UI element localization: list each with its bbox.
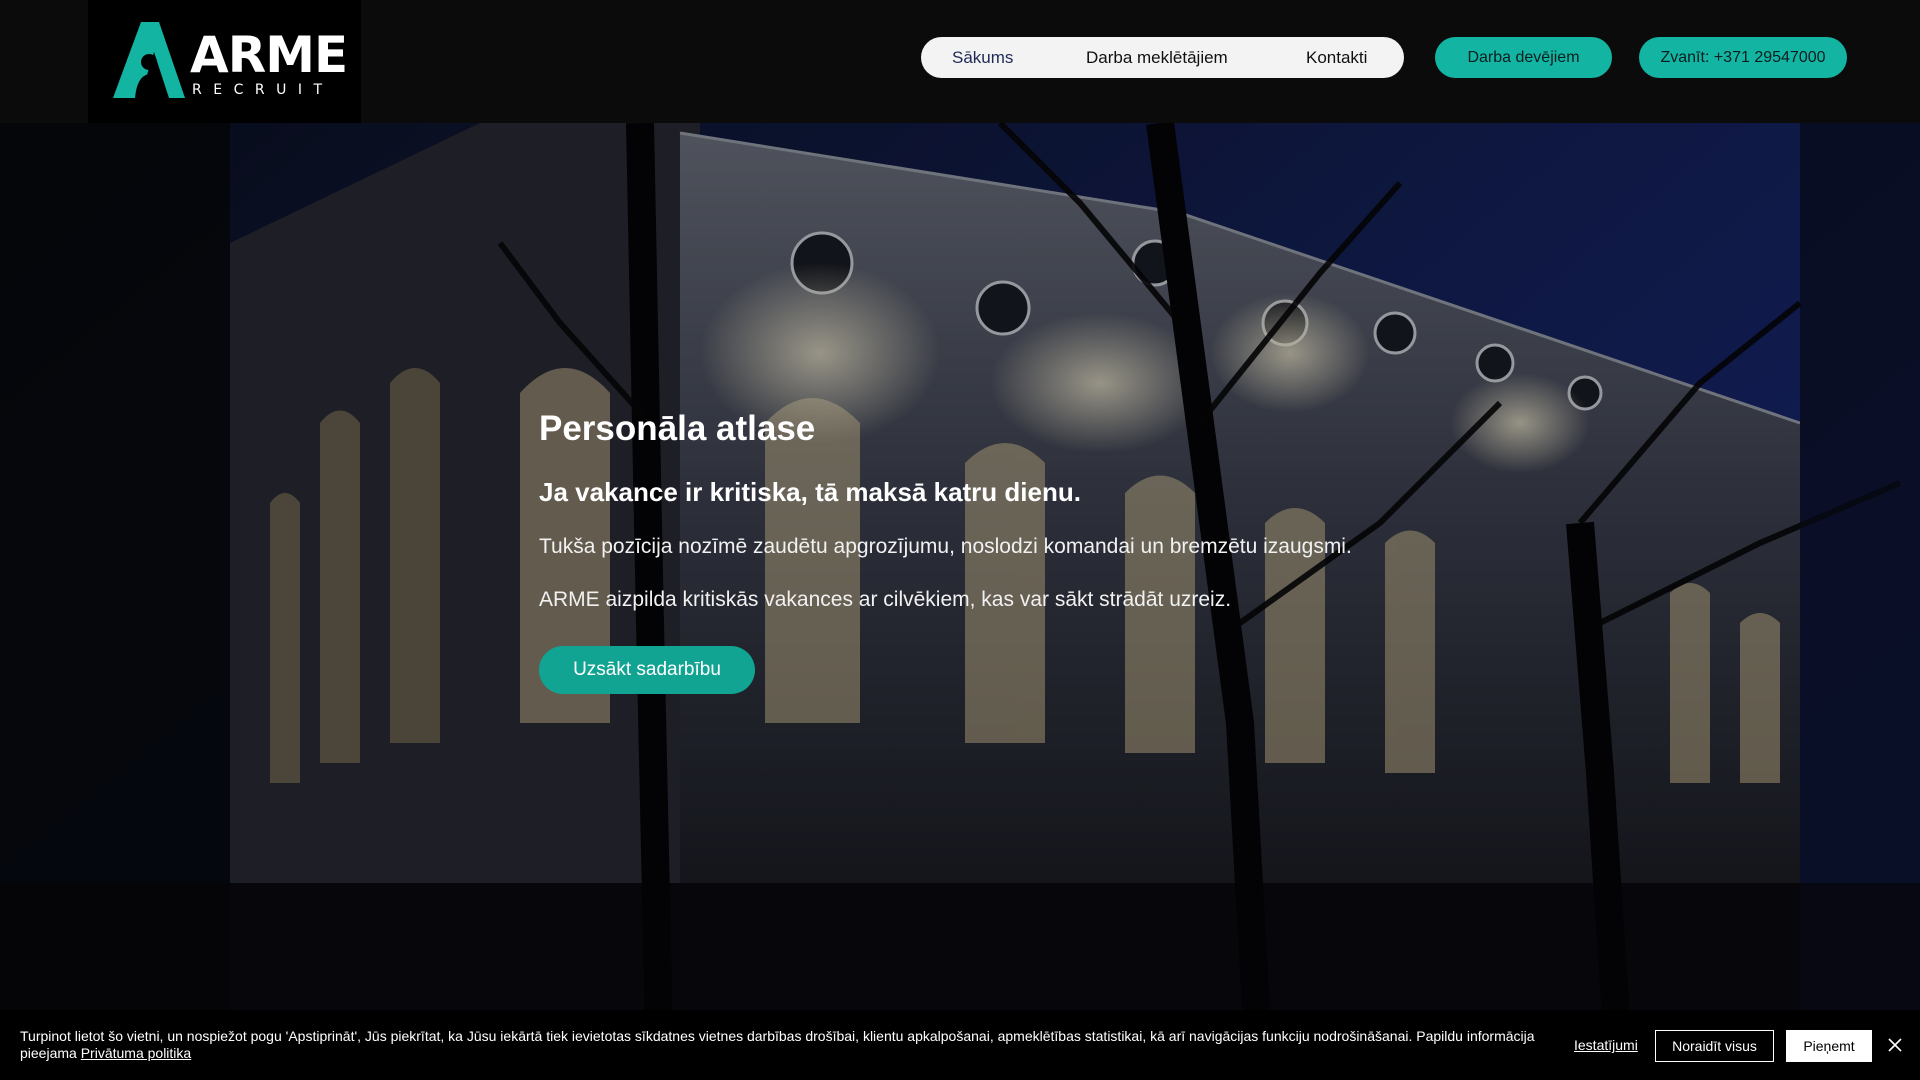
nav-item-home[interactable]: Sākums xyxy=(952,37,1013,78)
arme-logo-icon xyxy=(113,22,185,98)
hero-section: Personāla atlase Ja vakance ir kritiska,… xyxy=(0,123,1920,1080)
hero-title: Personāla atlase xyxy=(539,409,816,448)
employers-button[interactable]: Darba devējiem xyxy=(1435,37,1612,78)
hero-subtitle: Ja vakance ir kritiska, tā maksā katru d… xyxy=(539,477,1081,507)
cookie-text-block: Turpinot lietot šo vietni, un nospiežot … xyxy=(20,1028,1560,1062)
nav-item-job-seekers[interactable]: Darba meklētājiem xyxy=(1086,37,1228,78)
cookie-settings-link[interactable]: Iestatījumi xyxy=(1574,1037,1638,1053)
site-header: ARME RECRUIT Sākums Darba meklētājiem Ko… xyxy=(0,0,1920,123)
logo-wordmark: ARME xyxy=(190,26,348,84)
cookie-banner: Turpinot lietot šo vietni, un nospiežot … xyxy=(0,1010,1920,1080)
reject-all-button[interactable]: Noraidīt visus xyxy=(1655,1030,1774,1062)
start-cooperation-button[interactable]: Uzsākt sadarbību xyxy=(539,646,755,694)
main-nav: Sākums Darba meklētājiem Kontakti xyxy=(921,37,1404,78)
hero-paragraph-2: ARME aizpilda kritiskās vakances ar cilv… xyxy=(539,588,1232,611)
accept-button[interactable]: Pieņemt xyxy=(1786,1030,1872,1062)
privacy-policy-link[interactable]: Privātuma politika xyxy=(81,1045,192,1061)
nav-item-contacts[interactable]: Kontakti xyxy=(1306,37,1367,78)
cookie-message: Turpinot lietot šo vietni, un nospiežot … xyxy=(20,1028,1535,1061)
logo[interactable]: ARME RECRUIT xyxy=(88,0,361,123)
close-icon[interactable] xyxy=(1885,1035,1905,1055)
hero-paragraph-1: Tukša pozīcija nozīmē zaudētu apgrozījum… xyxy=(539,535,1352,558)
logo-tagline: RECRUIT xyxy=(192,82,334,98)
call-button[interactable]: Zvanīt: +371 29547000 xyxy=(1639,37,1847,78)
